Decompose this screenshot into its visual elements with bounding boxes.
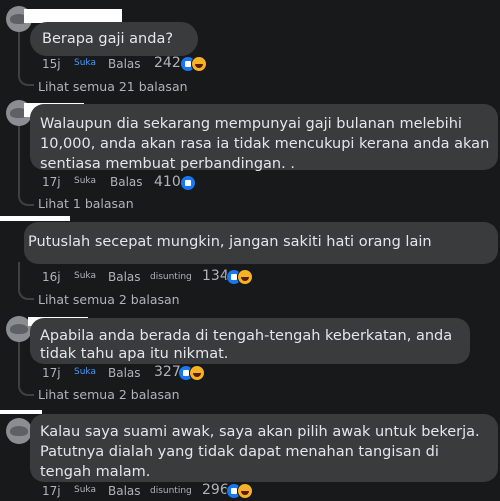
comment-time[interactable]: 16j (42, 270, 61, 284)
view-replies-link[interactable]: Lihat semua 2 balasan (38, 292, 180, 307)
comment-time[interactable]: 17j (42, 175, 61, 189)
view-replies-link[interactable]: Lihat semua 2 balasan (38, 387, 180, 402)
like-button[interactable]: Suka (74, 271, 96, 281)
reaction-icons[interactable] (180, 56, 214, 72)
like-button[interactable]: Suka (74, 176, 96, 186)
comment-text-line-2: Patutnya dialah yang tidak dapat menahan… (40, 444, 439, 460)
like-button[interactable]: Suka (74, 58, 96, 68)
reply-thread-line (18, 262, 34, 300)
haha-reaction-icon (191, 56, 207, 72)
comment-time[interactable]: 17j (42, 484, 61, 498)
reaction-icons[interactable] (226, 483, 260, 499)
view-replies-link[interactable]: Lihat 1 balasan (38, 196, 134, 211)
reaction-count[interactable]: 410 (154, 174, 181, 190)
redacted-name-bar (0, 216, 70, 221)
reaction-icons[interactable] (226, 269, 260, 285)
comment-text-line-1: Kalau saya suami awak, saya akan pilih a… (40, 424, 480, 440)
comment-text: Putuslah secepat mungkin, jangan sakiti … (28, 234, 432, 250)
reaction-count[interactable]: 296 (202, 482, 229, 498)
commenter-avatar[interactable] (6, 418, 32, 444)
comment-text-line-1: Walaupun dia sekarang mempunyai gaji bul… (40, 116, 462, 132)
reaction-count[interactable]: 134 (202, 268, 229, 284)
comment-text: Berapa gaji anda? (42, 31, 174, 47)
reply-button[interactable]: Balas (108, 57, 141, 71)
edited-label: disunting (150, 486, 192, 496)
comment-text-line-3: tengah malam. (40, 464, 151, 480)
redacted-name-bar (0, 410, 42, 414)
reaction-icons[interactable] (180, 175, 214, 191)
comment-text-line-2: tidak tahu apa itu nikmat. (40, 346, 229, 362)
reaction-icons[interactable] (178, 365, 212, 381)
reaction-count[interactable]: 327 (154, 364, 181, 380)
view-replies-link[interactable]: Lihat semua 21 balasan (38, 79, 188, 94)
haha-reaction-icon (237, 269, 253, 285)
like-reaction-icon (180, 175, 196, 191)
comment-text-line-2: 10,000, anda akan rasa ia tidak mencukup… (40, 136, 490, 152)
comment-time[interactable]: 15j (42, 57, 61, 71)
redacted-name-bar (24, 9, 122, 23)
reply-button[interactable]: Balas (108, 270, 141, 284)
haha-reaction-icon (237, 483, 253, 499)
edited-label: disunting (150, 272, 192, 282)
reply-button[interactable]: Balas (108, 366, 141, 380)
reply-button[interactable]: Balas (110, 175, 143, 189)
comment-text-line-3: sentiasa membuat perbandingan. . (40, 156, 295, 172)
haha-reaction-icon (189, 365, 205, 381)
like-button[interactable]: Suka (74, 367, 96, 377)
comment-time[interactable]: 17j (42, 366, 61, 380)
comment-text-line-1: Apabila anda berada di tengah-tengah keb… (40, 328, 453, 344)
like-button[interactable]: Suka (74, 485, 96, 495)
reaction-count[interactable]: 242 (154, 55, 181, 71)
reply-button[interactable]: Balas (108, 484, 141, 498)
